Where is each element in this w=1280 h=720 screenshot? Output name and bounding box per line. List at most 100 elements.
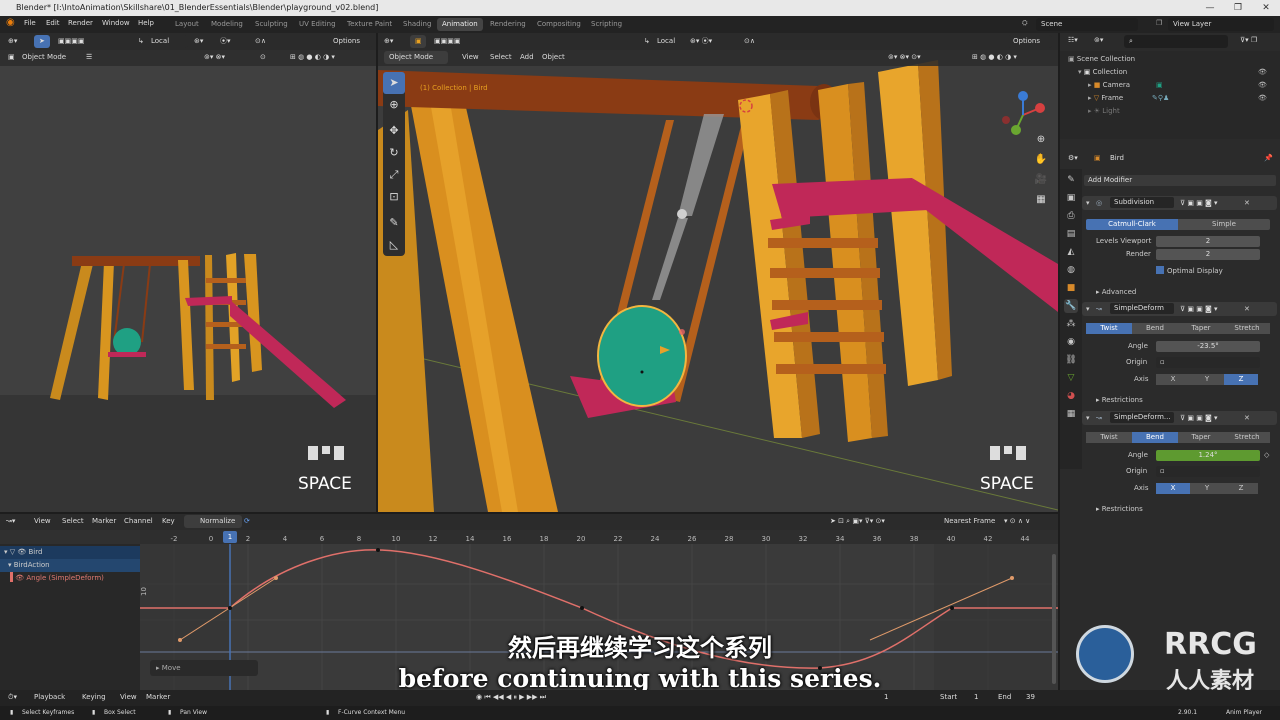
graph-menu-marker[interactable]: Marker [92,515,116,528]
outliner-type-icon[interactable]: ☷▾ [1068,34,1078,47]
overlay-icon[interactable]: ⊙ [260,51,266,64]
main-select-box-modes[interactable]: ▣▣▣▣ [434,35,460,48]
main-proportional-icon[interactable]: ⊙∧ [744,35,755,48]
filter-icon[interactable]: ⊽▾ ❐ [1240,34,1257,47]
visibility-eye-icon[interactable]: 👁 [15,574,24,582]
channel-birdaction[interactable]: ▾ BirdAction [0,559,140,572]
cursor-tool-icon[interactable]: ⊕ [383,94,405,116]
visibility-eye-icon[interactable]: 👁 [1258,79,1267,92]
shading-modes-icon[interactable]: ⊞ ◍ ● ◐ ◑ ▾ [290,51,335,64]
particles-tab-icon[interactable]: ⁂ [1064,317,1078,331]
tab-modeling[interactable]: Modeling [206,18,248,31]
left-transform-orientation[interactable]: Local [146,35,188,48]
main-viewport[interactable]: Object Mode View Select Add Object ⊚▾ ⊗▾… [378,50,1058,512]
stretch-button[interactable]: Stretch [1224,323,1270,334]
scene-tab-icon[interactable]: ◭ [1064,245,1078,259]
subdivision-name-field[interactable]: Subdivision [1110,197,1174,208]
restrictions-panel-1[interactable]: ▸ Restrictions [1096,394,1143,406]
modifier-display-toggles[interactable]: ⊽ ▣ ▣ ◙ ▾ [1180,412,1218,424]
transform-tool-icon[interactable]: ⊡ [383,186,405,208]
stretch-button[interactable]: Stretch [1224,432,1270,443]
select-box-modes[interactable]: ▣▣▣▣ [58,35,84,48]
left-options-button[interactable]: Options [328,35,372,48]
menu-edit[interactable]: Edit [46,19,60,27]
timeline-editor-icon[interactable]: ⏱▾ [8,691,17,704]
menu-select[interactable]: Select [490,51,512,64]
pin-icon[interactable]: 📌 [1264,152,1273,165]
modifier-close-icon[interactable]: ✕ [1244,412,1250,424]
view-layer-tab-icon[interactable]: ▤ [1064,227,1078,241]
simpledeform-2-name-field[interactable]: SimpleDeform... [1110,412,1174,423]
outliner-scene-collection[interactable]: ▣ Scene Collection [1060,53,1280,66]
tab-rendering[interactable]: Rendering [485,18,531,31]
main-visibility-icons[interactable]: ⊚▾ ⊗▾ ⊙▾ [888,51,921,64]
close-button[interactable]: ✕ [1252,0,1280,16]
left-mode-selector[interactable]: Object Mode [22,51,66,64]
snap-mode-dropdown[interactable]: Nearest Frame [944,515,995,528]
main-editor-type-icon[interactable]: ⊕▾ [384,35,393,48]
proportional-edit-icon[interactable]: ⊙∧ [255,35,266,48]
output-tab-icon[interactable]: ⎙ [1064,209,1078,223]
constraints-tab-icon[interactable]: ⛓ [1064,353,1078,367]
advanced-panel[interactable]: ▸ Advanced [1096,286,1136,298]
snap-icon[interactable]: ▾ ⊙ ∧ ∨ [1004,515,1030,528]
main-options-button[interactable]: Options [1008,35,1052,48]
collapse-icon[interactable]: ▾ [1086,197,1090,209]
modifier-tab-icon[interactable]: 🔧 [1064,299,1078,313]
view-layer-selector[interactable]: View Layer [1168,18,1274,31]
channel-angle[interactable]: 👁 Angle (SimpleDeform) [0,572,140,585]
menu-add[interactable]: Add [520,51,534,64]
restrictions-panel-2[interactable]: ▸ Restrictions [1096,503,1143,515]
texture-tab-icon[interactable]: ▦ [1064,407,1078,421]
expand-icon[interactable]: ▾ [4,548,8,556]
material-tab-icon[interactable]: ◕ [1064,389,1078,403]
tab-shading[interactable]: Shading [398,18,436,31]
simpledeform-1-name-field[interactable]: SimpleDeform [1110,303,1174,314]
visibility-eye-icon[interactable]: 👁 [1258,92,1267,105]
pivot-icon[interactable]: ⊛▾ [194,35,203,48]
graph-menu-select[interactable]: Select [62,515,84,528]
optimal-display-checkbox[interactable]: Optimal Display [1156,265,1223,277]
subdivision-modifier-header[interactable]: ▾ ◎ Subdivision ⊽ ▣ ▣ ◙ ▾ ✕ [1082,196,1277,210]
snap-icon[interactable]: ⦿▾ [220,35,231,48]
frame-ruler[interactable]: -2 0 2 4 6 8 10 12 14 16 18 20 22 24 26 … [140,530,1058,544]
modifier-close-icon[interactable]: ✕ [1244,197,1250,209]
graph-menu-channel[interactable]: Channel [124,515,153,528]
simpledeform-2-header[interactable]: ▾ ↝ SimpleDeform... ⊽ ▣ ▣ ◙ ▾ ✕ [1082,411,1277,425]
deform-1-angle-field[interactable]: -23.5° [1156,341,1260,352]
taper-button[interactable]: Taper [1178,432,1224,443]
blender-logo-icon[interactable]: ◉ [6,17,15,28]
normalize-toggle[interactable]: Normalize [184,515,242,528]
render-tab-icon[interactable]: ▣ [1064,191,1078,205]
current-frame-indicator[interactable]: 1 [223,531,237,543]
current-frame-field[interactable]: 1 [884,691,888,704]
display-mode-icon[interactable]: ⊚▾ [1094,34,1103,47]
modifier-display-toggles[interactable]: ⊽ ▣ ▣ ◙ ▾ [1180,197,1218,209]
editor-type-icon[interactable]: ⊕▾ [8,35,17,48]
expand-icon[interactable]: ▾ [8,561,12,569]
main-mode-selector[interactable]: Object Mode [384,51,448,64]
simple-button[interactable]: Simple [1178,219,1270,230]
outliner-item-camera[interactable]: ▸ ■ Camera ▣ 👁 [1060,79,1280,92]
menu-view[interactable]: View [462,51,479,64]
annotate-tool-icon[interactable]: ✎ [383,212,405,234]
tab-sculpting[interactable]: Sculpting [250,18,293,31]
graph-filter-icons[interactable]: ➤ ⊡ ⌕ ▣▾ ⊽▾ ⊙▾ [830,515,885,528]
hamburger-menu-icon[interactable]: ☰ [86,51,92,64]
modifier-close-icon[interactable]: ✕ [1244,303,1250,315]
graph-menu-key[interactable]: Key [162,515,175,528]
world-tab-icon[interactable]: ◍ [1064,263,1078,277]
physics-tab-icon[interactable]: ◉ [1064,335,1078,349]
left-viewport[interactable]: SPACE [0,50,376,512]
bend-button[interactable]: Bend [1132,323,1178,334]
select-tool-icon[interactable]: ➤ [383,72,405,94]
outliner-item-light[interactable]: ▸ ☀ Light [1060,105,1280,118]
viewport-nav-icons[interactable]: ⊕ ✋ 🎥 ▦ [1034,130,1048,210]
move-tool-icon[interactable]: ✥ [383,120,405,142]
add-modifier-dropdown[interactable]: Add Modifier [1084,175,1276,186]
timeline-menu-keying[interactable]: Keying [82,691,106,704]
minimize-button[interactable]: — [1196,0,1224,16]
scale-tool-icon[interactable]: ⤢ [383,164,405,186]
axis-y-button[interactable]: Y [1190,374,1224,385]
twist-button[interactable]: Twist [1086,323,1132,334]
